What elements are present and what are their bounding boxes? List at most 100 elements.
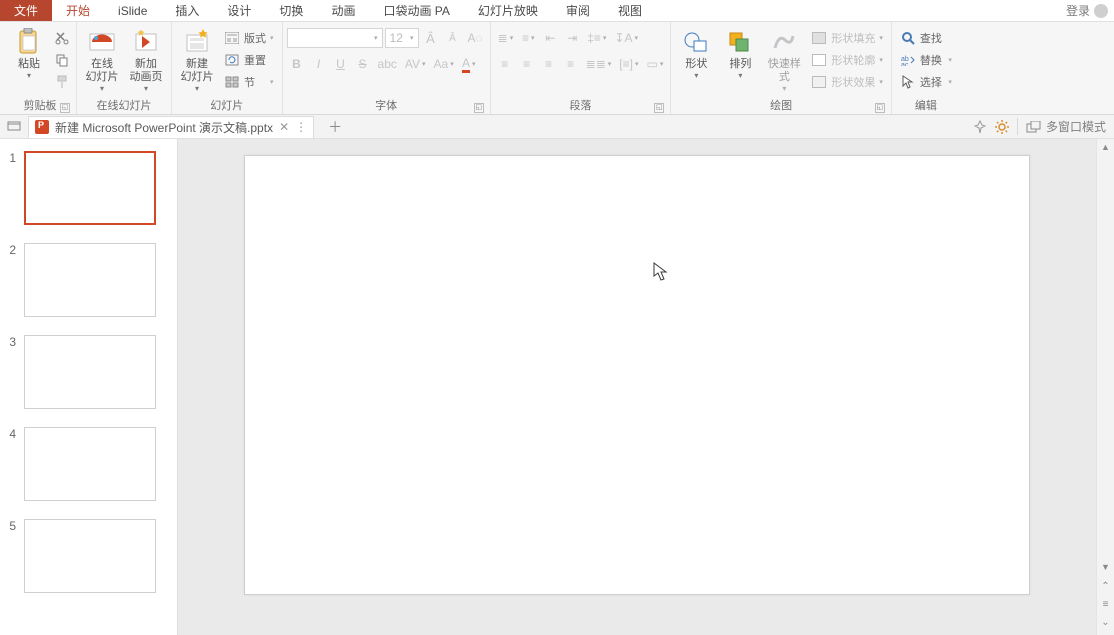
pin-button[interactable] xyxy=(973,120,987,134)
shapes-button[interactable]: 形状 ▾ xyxy=(675,24,717,80)
clipboard-launcher[interactable]: ◱ xyxy=(60,103,70,113)
scroll-up-button[interactable]: ▲ xyxy=(1097,139,1114,155)
online-slide-button[interactable]: 在线 幻灯片 ▾ xyxy=(81,24,123,93)
font-color-button[interactable]: A▾ xyxy=(459,54,479,74)
italic-button[interactable]: I xyxy=(309,54,329,74)
slide-thumbnail-5[interactable]: 5 xyxy=(6,519,167,593)
clear-formatting-button[interactable]: A◌ xyxy=(465,28,486,48)
text-shadow-button[interactable]: abc xyxy=(375,54,400,74)
quick-styles-button[interactable]: 快速样式 ▾ xyxy=(763,24,805,93)
tab-pocket-animation[interactable]: 口袋动画 PA xyxy=(369,0,463,21)
slide-thumbnail-2[interactable]: 2 xyxy=(6,243,167,317)
tab-slideshow[interactable]: 幻灯片放映 xyxy=(464,0,552,21)
increase-indent-button[interactable]: ⇥ xyxy=(562,28,582,48)
find-button[interactable]: 查找 xyxy=(896,28,956,48)
shape-outline-button[interactable]: 形状轮廓▾ xyxy=(807,50,887,70)
font-size-combo[interactable]: 12▾ xyxy=(385,28,419,48)
font-family-combo[interactable]: ▾ xyxy=(287,28,383,48)
paste-button[interactable]: 粘贴 ▾ xyxy=(8,24,50,80)
slide-canvas-area[interactable] xyxy=(178,139,1096,635)
copy-button[interactable] xyxy=(52,50,72,70)
decrease-indent-button[interactable]: ⇤ xyxy=(540,28,560,48)
select-button[interactable]: 选择▾ xyxy=(896,72,956,92)
increase-font-button[interactable]: Â xyxy=(421,28,441,48)
slide-thumbnail-panel[interactable]: 1 2 3 4 5 xyxy=(0,139,178,635)
tab-home[interactable]: 开始 xyxy=(52,0,104,21)
chevron-down-icon: ▾ xyxy=(270,34,274,42)
cut-button[interactable] xyxy=(52,28,72,48)
align-right-button[interactable]: ≡ xyxy=(539,54,559,74)
previous-slide-button[interactable]: ⌃ xyxy=(1099,579,1113,593)
tab-transition[interactable]: 切换 xyxy=(265,0,317,21)
numbering-button[interactable]: ≡▾ xyxy=(518,28,538,48)
slide-thumbnail-3[interactable]: 3 xyxy=(6,335,167,409)
align-text-button[interactable]: [≡]▾ xyxy=(616,54,641,74)
fit-button[interactable]: ≡ xyxy=(1099,597,1113,611)
tab-view[interactable]: 视图 xyxy=(604,0,656,21)
character-spacing-button[interactable]: AV▾ xyxy=(402,54,429,74)
slide-preview xyxy=(24,151,156,225)
indent-icon: ⇥ xyxy=(567,31,577,45)
reset-button[interactable]: 重置 xyxy=(220,50,278,70)
strikethrough-button[interactable]: S xyxy=(353,54,373,74)
change-case-button[interactable]: Aa▾ xyxy=(431,54,457,74)
align-left-button[interactable]: ≡ xyxy=(495,54,515,74)
close-tab-button[interactable]: ✕ xyxy=(279,120,289,134)
scroll-down-button[interactable]: ▼ xyxy=(1097,559,1114,575)
chevron-down-icon: ▾ xyxy=(100,84,104,93)
convert-smartart-button[interactable]: ▭▾ xyxy=(643,54,666,74)
paragraph-launcher[interactable]: ◱ xyxy=(654,103,664,113)
section-button[interactable]: 节 ▾ xyxy=(220,72,278,92)
shape-fill-button[interactable]: 形状填充▾ xyxy=(807,28,887,48)
new-animation-page-button[interactable]: 新加 动画页 ▾ xyxy=(125,24,167,93)
justify-button[interactable]: ≡ xyxy=(561,54,581,74)
bold-button[interactable]: B xyxy=(287,54,307,74)
drawing-launcher[interactable]: ◱ xyxy=(875,103,885,113)
tab-insert[interactable]: 插入 xyxy=(161,0,213,21)
layout-button[interactable]: 版式 ▾ xyxy=(220,28,278,48)
window-list-button[interactable] xyxy=(6,119,22,135)
line-spacing-button[interactable]: ‡≡▾ xyxy=(584,28,609,48)
columns-button[interactable]: ≣≣▾ xyxy=(583,54,615,74)
group-drawing: 形状 ▾ 排列 ▾ 快速样式 ▾ 形状填充▾ 形状轮廓▾ 形状效果▾ 绘图◱ xyxy=(671,22,892,114)
tab-review[interactable]: 审阅 xyxy=(552,0,604,21)
arrange-button[interactable]: 排列 ▾ xyxy=(719,24,761,80)
tab-menu-button[interactable]: ⋮ xyxy=(295,120,307,134)
tab-animation[interactable]: 动画 xyxy=(317,0,369,21)
tab-row: 文件 开始 iSlide 插入 设计 切换 动画 口袋动画 PA 幻灯片放映 审… xyxy=(0,0,1114,22)
text-direction-button[interactable]: ↧A▾ xyxy=(611,28,641,48)
format-painter-button[interactable] xyxy=(52,72,72,92)
next-slide-button[interactable]: ⌄ xyxy=(1099,615,1113,629)
tab-file[interactable]: 文件 xyxy=(0,0,52,21)
font-launcher[interactable]: ◱ xyxy=(474,103,484,113)
underline-button[interactable]: U xyxy=(331,54,351,74)
document-tab[interactable]: 新建 Microsoft PowerPoint 演示文稿.pptx ✕ ⋮ xyxy=(28,116,314,138)
section-label: 节 xyxy=(244,74,255,90)
login-label: 登录 xyxy=(1066,2,1090,19)
replace-button[interactable]: abac替换▾ xyxy=(896,50,956,70)
window-list-icon xyxy=(7,121,21,133)
decrease-font-button[interactable]: Â xyxy=(443,28,463,48)
bullets-button[interactable]: ≣▾ xyxy=(495,28,517,48)
scroll-track[interactable] xyxy=(1097,155,1114,559)
settings-button[interactable] xyxy=(995,120,1009,134)
shape-effects-button[interactable]: 形状效果▾ xyxy=(807,72,887,92)
add-tab-button[interactable]: ＋ xyxy=(328,117,342,137)
tab-islide[interactable]: iSlide xyxy=(104,0,161,21)
chevron-down-icon: ▾ xyxy=(694,71,698,80)
group-online-slides: 在线 幻灯片 ▾ 新加 动画页 ▾ 在线幻灯片 xyxy=(77,22,172,114)
slide-thumbnail-4[interactable]: 4 xyxy=(6,427,167,501)
align-center-button[interactable]: ≡ xyxy=(517,54,537,74)
document-name: 新建 Microsoft PowerPoint 演示文稿.pptx xyxy=(55,119,273,136)
vertical-scrollbar[interactable]: ▲ ▼ ⌃ ≡ ⌄ xyxy=(1096,139,1114,635)
multi-window-button[interactable]: 多窗口模式 xyxy=(1017,118,1106,135)
bullet-list-icon: ≣ xyxy=(498,31,508,45)
spacing-icon: AV xyxy=(405,57,420,71)
current-slide[interactable] xyxy=(244,155,1030,595)
new-animation-page-label: 新加 动画页 xyxy=(130,58,163,84)
tab-design[interactable]: 设计 xyxy=(213,0,265,21)
new-slide-button[interactable]: 新建 幻灯片 ▾ xyxy=(176,24,218,93)
login-button[interactable]: 登录 xyxy=(1056,0,1114,21)
quick-styles-label: 快速样式 xyxy=(763,58,805,84)
slide-thumbnail-1[interactable]: 1 xyxy=(6,151,167,225)
